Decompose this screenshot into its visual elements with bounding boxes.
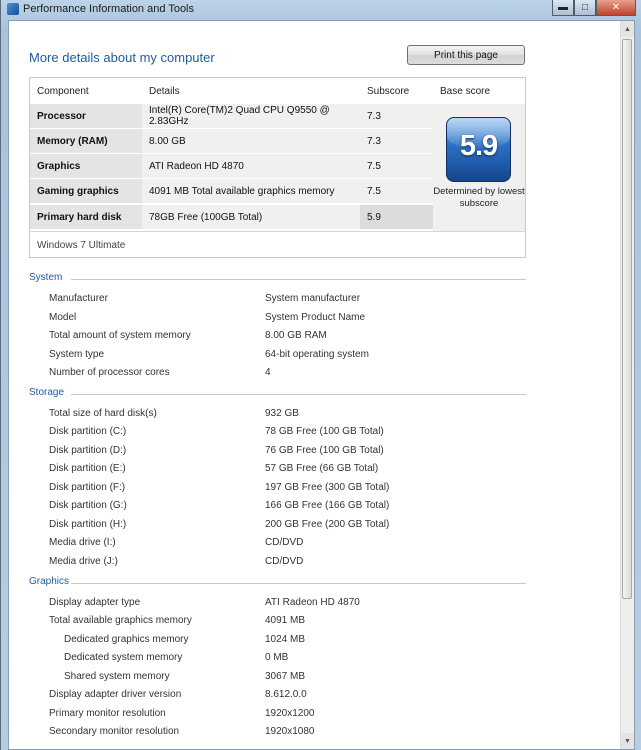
component-subscore: 7.5: [360, 154, 433, 179]
window-controls: ▬ □ ✕: [552, 0, 636, 16]
section-divider: [71, 583, 526, 584]
windows-edition: Windows 7 Ultimate: [37, 240, 126, 251]
storage-value: CD/DVD: [265, 537, 304, 548]
base-score-value: 5.9: [459, 130, 498, 162]
storage-label: Media drive (I:): [49, 537, 116, 548]
storage-label: Total size of hard disk(s): [49, 408, 157, 419]
component-subscore: 7.3: [360, 104, 433, 129]
graphics-value: 1920x1080: [265, 726, 315, 737]
system-label: Manufacturer: [49, 293, 108, 304]
storage-label: Disk partition (C:): [49, 426, 127, 437]
graphics-value: 1024 MB: [265, 634, 306, 645]
component-details: 78GB Free (100GB Total): [142, 205, 360, 230]
system-label: Total amount of system memory: [49, 330, 191, 341]
graphics-label: Primary monitor resolution: [49, 708, 166, 719]
storage-value: 76 GB Free (100 GB Total): [265, 445, 384, 456]
header-subscore: Subscore: [367, 86, 410, 97]
graphics-label: Dedicated system memory: [64, 652, 183, 663]
base-score-note: Determined by lowest subscore: [433, 186, 525, 209]
system-value: 4: [265, 367, 271, 378]
table-row: Processor Intel(R) Core(TM)2 Quad CPU Q9…: [30, 104, 433, 129]
section-divider: [71, 394, 526, 395]
component-subscore: 7.3: [360, 129, 433, 154]
component-details: 8.00 GB: [142, 129, 360, 154]
component-subscore: 7.5: [360, 179, 433, 204]
storage-label: Disk partition (D:): [49, 445, 127, 456]
storage-value: 200 GB Free (200 GB Total): [265, 519, 390, 530]
system-value: System manufacturer: [265, 293, 361, 304]
base-score-badge-icon: 5.9: [446, 117, 511, 182]
section-title-graphics: Graphics: [29, 576, 70, 587]
print-page-button[interactable]: Print this page: [407, 45, 525, 65]
table-row: Primary hard disk 78GB Free (100GB Total…: [30, 205, 433, 230]
component-details: Intel(R) Core(TM)2 Quad CPU Q9550 @ 2.83…: [142, 104, 360, 129]
graphics-label: Secondary monitor resolution: [49, 726, 180, 737]
graphics-label: Total available graphics memory: [49, 615, 192, 626]
system-label: Model: [49, 312, 77, 323]
component-name: Gaming graphics: [30, 179, 142, 204]
divider: [30, 231, 525, 232]
window-app-icon: [7, 3, 19, 15]
storage-value: 57 GB Free (66 GB Total): [265, 463, 379, 474]
graphics-label: Display adapter type: [49, 597, 141, 608]
content-pane: More details about my computer Print thi…: [8, 20, 635, 750]
graphics-value: 4091 MB: [265, 615, 306, 626]
table-row: Memory (RAM) 8.00 GB 7.3: [30, 129, 433, 154]
component-subscore-lowest: 5.9: [360, 205, 433, 230]
system-value: 8.00 GB RAM: [265, 330, 327, 341]
storage-label: Disk partition (G:): [49, 500, 127, 511]
title-bar[interactable]: Performance Information and Tools ▬ □ ✕: [1, 0, 641, 20]
scroll-thumb[interactable]: [622, 39, 632, 599]
storage-label: Disk partition (F:): [49, 482, 126, 493]
page-title: More details about my computer: [29, 50, 215, 65]
system-value: 64-bit operating system: [265, 349, 369, 360]
window-title: Performance Information and Tools: [23, 3, 194, 15]
storage-label: Disk partition (H:): [49, 519, 127, 530]
graphics-value: 3067 MB: [265, 671, 306, 682]
minimize-button[interactable]: ▬: [552, 0, 574, 16]
table-row: Graphics ATI Radeon HD 4870 7.5: [30, 154, 433, 179]
graphics-value: ATI Radeon HD 4870: [265, 597, 360, 608]
storage-label: Media drive (J:): [49, 556, 118, 567]
component-name: Processor: [30, 104, 142, 129]
component-details: 4091 MB Total available graphics memory: [142, 179, 360, 204]
score-table: Component Details Subscore Base score Pr…: [29, 77, 526, 258]
table-row: Gaming graphics 4091 MB Total available …: [30, 179, 433, 204]
component-name: Graphics: [30, 154, 142, 179]
storage-value: 197 GB Free (300 GB Total): [265, 482, 390, 493]
section-title-storage: Storage: [29, 387, 65, 398]
storage-value: 932 GB: [265, 408, 299, 419]
storage-value: CD/DVD: [265, 556, 304, 567]
maximize-button[interactable]: □: [574, 0, 596, 16]
component-details: ATI Radeon HD 4870: [142, 154, 360, 179]
storage-value: 78 GB Free (100 GB Total): [265, 426, 384, 437]
component-name: Primary hard disk: [30, 205, 142, 230]
close-button[interactable]: ✕: [596, 0, 636, 16]
scroll-down-arrow-icon[interactable]: ▼: [621, 733, 634, 749]
vertical-scrollbar[interactable]: ▲ ▼: [620, 21, 634, 749]
header-component: Component: [37, 86, 89, 97]
system-label: System type: [49, 349, 105, 360]
performance-window: Performance Information and Tools ▬ □ ✕ …: [0, 0, 641, 750]
component-name: Memory (RAM): [30, 129, 142, 154]
graphics-value: 0 MB: [265, 652, 289, 663]
scroll-up-arrow-icon[interactable]: ▲: [621, 21, 634, 37]
graphics-label: Dedicated graphics memory: [64, 634, 189, 645]
graphics-value: 1920x1200: [265, 708, 315, 719]
section-divider: [71, 279, 526, 280]
system-value: System Product Name: [265, 312, 366, 323]
section-title-system: System: [29, 272, 63, 283]
graphics-value: 8.612.0.0: [265, 689, 307, 700]
header-details: Details: [149, 86, 180, 97]
graphics-label: Display adapter driver version: [49, 689, 182, 700]
storage-label: Disk partition (E:): [49, 463, 126, 474]
system-label: Number of processor cores: [49, 367, 170, 378]
storage-value: 166 GB Free (166 GB Total): [265, 500, 390, 511]
header-base-score: Base score: [440, 86, 491, 97]
base-score-panel: 5.9 Determined by lowest subscore: [433, 104, 525, 232]
graphics-label: Shared system memory: [64, 671, 170, 682]
